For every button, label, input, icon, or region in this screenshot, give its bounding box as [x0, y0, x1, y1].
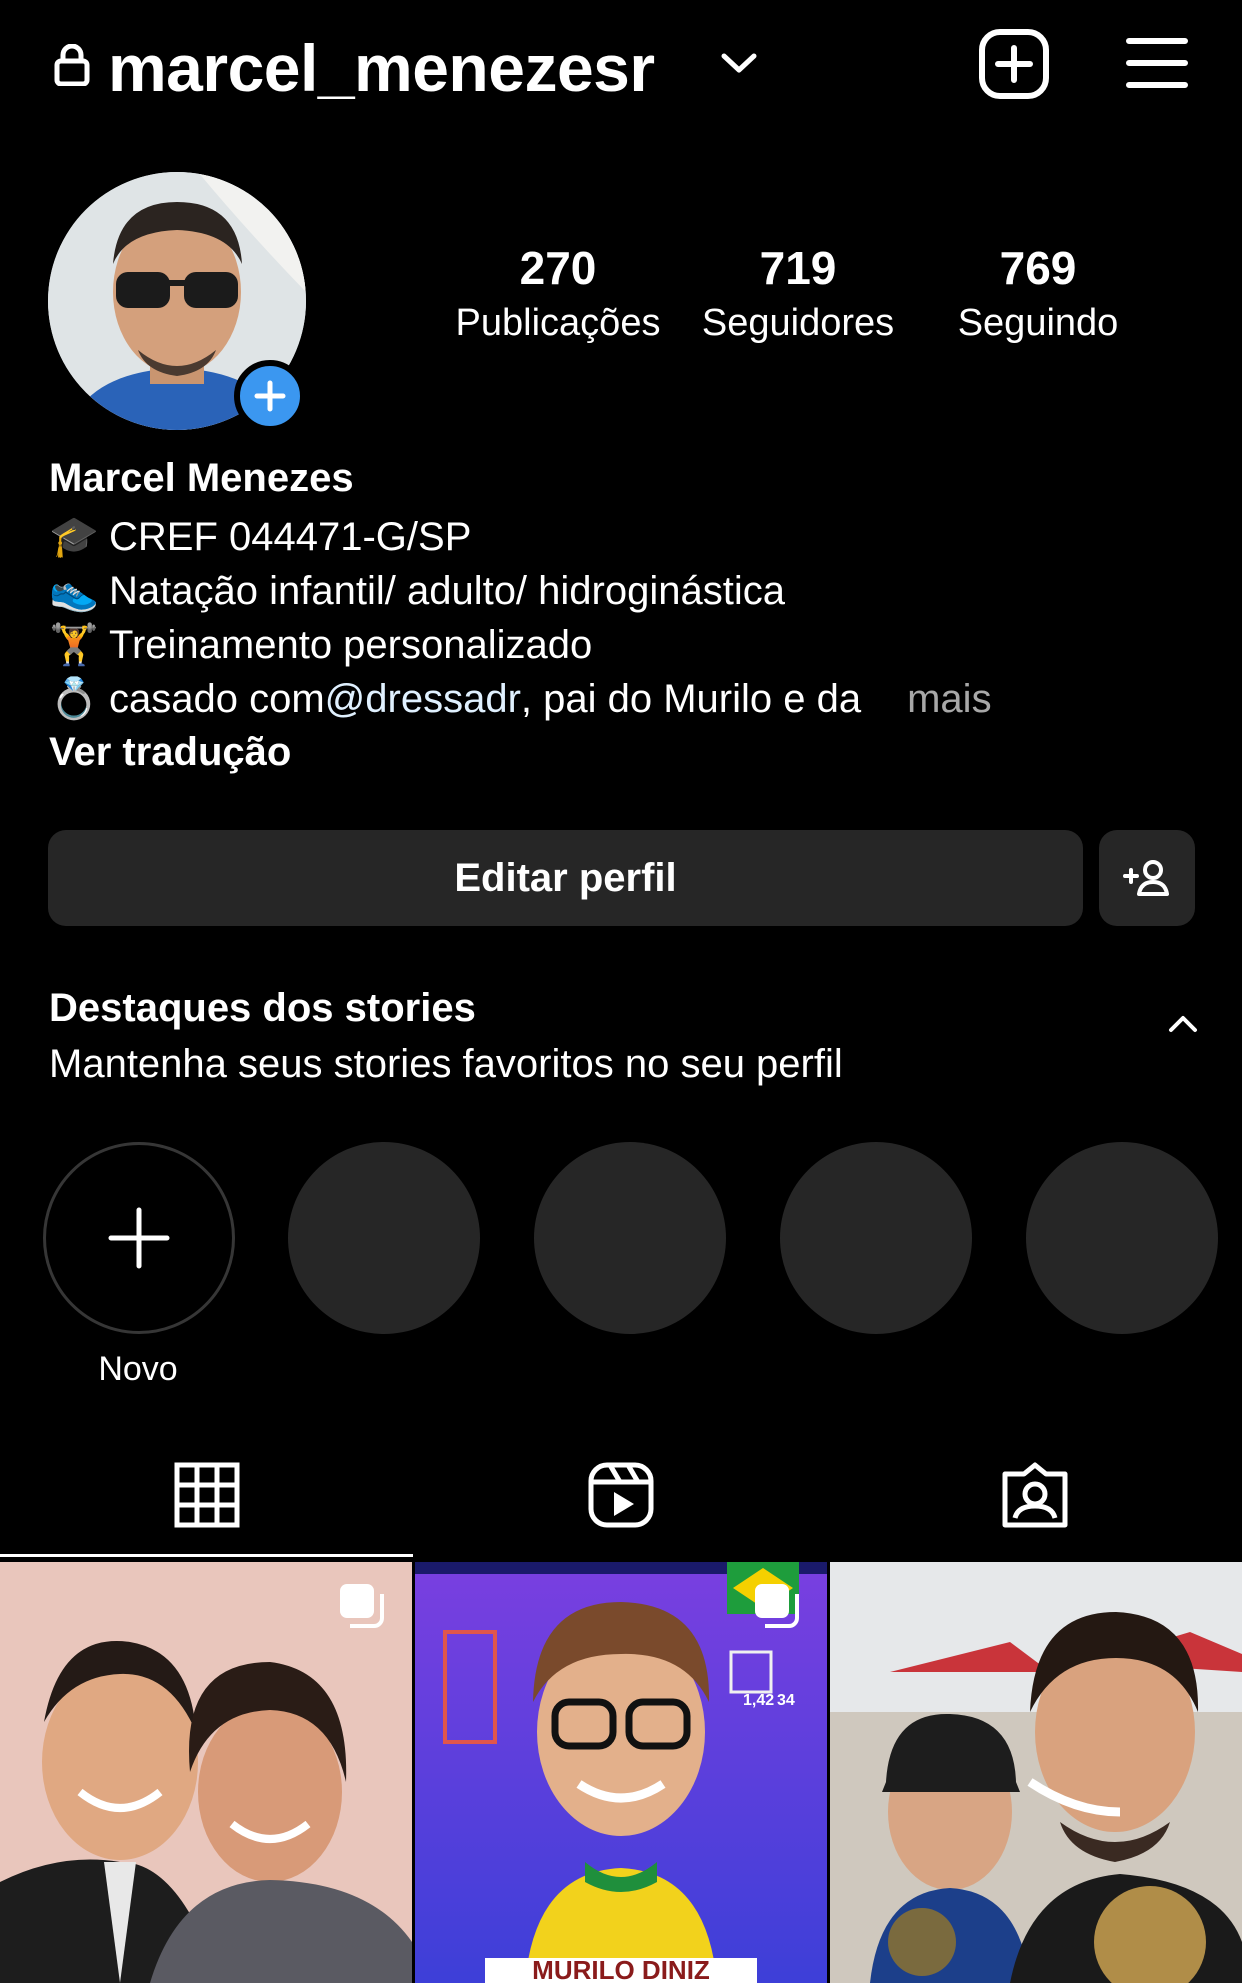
bio-text: casado com	[109, 677, 325, 721]
sticker-name: MURILO DINIZ	[532, 1958, 710, 1983]
add-story-button[interactable]	[234, 360, 306, 432]
more-link[interactable]: mais	[907, 672, 991, 726]
bio-text: Treinamento personalizado	[109, 623, 593, 667]
highlights-title: Destaques dos stories	[49, 986, 476, 1030]
bio-text: , pai do Murilo e da	[520, 677, 862, 721]
tagged-icon[interactable]	[1000, 1460, 1070, 1530]
highlight-placeholder	[288, 1142, 480, 1334]
lock-icon	[54, 44, 90, 86]
active-tab-indicator	[0, 1554, 413, 1557]
bio-text: Natação infantil/ adulto/ hidroginástica	[109, 569, 785, 613]
stat-followers[interactable]: 719 Seguidores	[683, 240, 913, 348]
mention-link[interactable]: @dressadr	[325, 672, 521, 726]
plus-icon	[254, 380, 286, 412]
stat-posts[interactable]: 270 Publicações	[443, 240, 673, 348]
stat-following[interactable]: 769 Seguindo	[923, 240, 1153, 348]
new-highlight-label: Novo	[98, 1350, 178, 1388]
multiple-photos-icon	[340, 1584, 384, 1628]
username[interactable]: marcel_menezesr	[108, 28, 655, 108]
bio-line-family: 💍 casado com @dressadr, pai do Murilo e …	[49, 672, 992, 726]
edit-profile-button[interactable]: Editar perfil	[48, 830, 1083, 926]
profile-name: Marcel Menezes	[49, 456, 354, 500]
chevron-up-icon[interactable]	[1166, 1012, 1200, 1036]
discover-people-button[interactable]	[1099, 830, 1195, 926]
hamburger-menu-icon[interactable]	[1126, 36, 1188, 90]
new-highlight-button[interactable]	[43, 1142, 235, 1334]
stat-posts-value: 270	[519, 242, 597, 294]
stat-followers-value: 719	[759, 242, 837, 294]
post-photo	[830, 1562, 1242, 1983]
highlight-placeholder	[780, 1142, 972, 1334]
stat-following-value: 769	[999, 242, 1077, 294]
bio-line-cref: 🎓 CREF 044471-G/SP	[49, 510, 471, 564]
highlights-subtitle: Mantenha seus stories favoritos no seu p…	[49, 1042, 843, 1086]
post-thumbnail[interactable]	[830, 1562, 1242, 1983]
plus-icon	[108, 1207, 170, 1269]
bio-line-swimming: 👟 Natação infantil/ adulto/ hidroginásti…	[49, 564, 785, 618]
stat-following-label: Seguindo	[957, 302, 1119, 344]
bio-text: CREF 044471-G/SP	[109, 515, 472, 559]
grid-icon[interactable]	[172, 1460, 242, 1530]
plus-square-icon[interactable]	[978, 28, 1050, 100]
stat-followers-label: Seguidores	[701, 302, 895, 344]
add-person-icon	[1123, 860, 1169, 896]
highlight-placeholder	[1026, 1142, 1218, 1334]
post-thumbnail[interactable]	[0, 1562, 412, 1983]
post-thumbnail[interactable]: 1,42 34 MURILO DINIZ	[415, 1562, 827, 1983]
sticker-stat: 1,42	[743, 1692, 775, 1709]
weightlifter-icon: 🏋	[49, 623, 99, 667]
stat-posts-label: Publicações	[455, 302, 661, 344]
ring-icon: 💍	[49, 677, 99, 721]
sticker-stat: 34	[777, 1692, 795, 1709]
reels-icon[interactable]	[586, 1460, 656, 1530]
highlight-placeholder	[534, 1142, 726, 1334]
multiple-photos-icon	[755, 1584, 799, 1628]
see-translation-link[interactable]: Ver tradução	[49, 726, 291, 778]
bio-line-training: 🏋 Treinamento personalizado	[49, 618, 592, 672]
graduation-cap-icon: 🎓	[49, 515, 99, 559]
chevron-down-icon[interactable]	[720, 48, 758, 78]
sneaker-icon: 👟	[49, 569, 99, 613]
